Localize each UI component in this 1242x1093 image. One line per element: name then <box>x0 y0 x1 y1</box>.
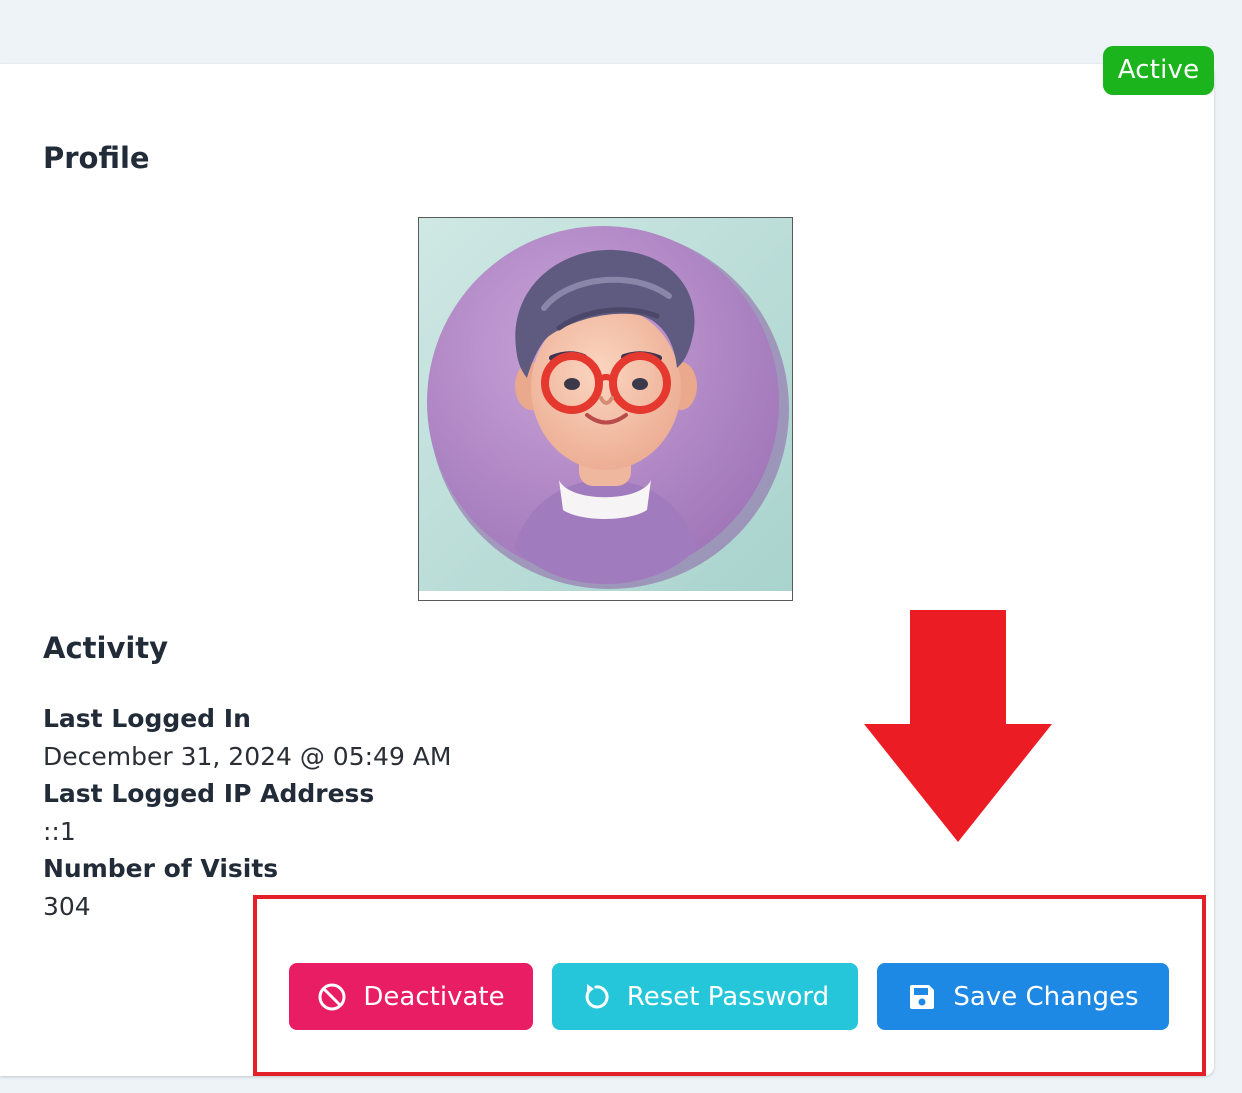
last-ip-address-value: ::1 <box>43 817 76 846</box>
number-of-visits-value: 304 <box>43 892 91 921</box>
save-changes-label: Save Changes <box>953 981 1139 1012</box>
last-logged-in-label: Last Logged In <box>43 704 251 733</box>
activity-section-title: Activity <box>43 631 169 665</box>
avatar-portrait-icon <box>419 218 792 600</box>
deactivate-label: Deactivate <box>363 981 505 1012</box>
refresh-icon <box>581 982 611 1012</box>
profile-section-title: Profile <box>43 141 150 175</box>
avatar <box>418 217 793 601</box>
number-of-visits-label: Number of Visits <box>43 854 279 883</box>
reset-password-button[interactable]: Reset Password <box>552 963 858 1030</box>
save-changes-button[interactable]: Save Changes <box>877 963 1169 1030</box>
deactivate-button[interactable]: Deactivate <box>289 963 533 1030</box>
status-badge: Active <box>1103 46 1214 95</box>
floppy-disk-icon <box>907 982 937 1012</box>
last-logged-in-value: December 31, 2024 @ 05:49 AM <box>43 742 452 771</box>
reset-password-label: Reset Password <box>626 981 830 1012</box>
ban-icon <box>317 982 347 1012</box>
last-ip-address-label: Last Logged IP Address <box>43 779 375 808</box>
down-arrow-icon <box>864 610 1052 842</box>
